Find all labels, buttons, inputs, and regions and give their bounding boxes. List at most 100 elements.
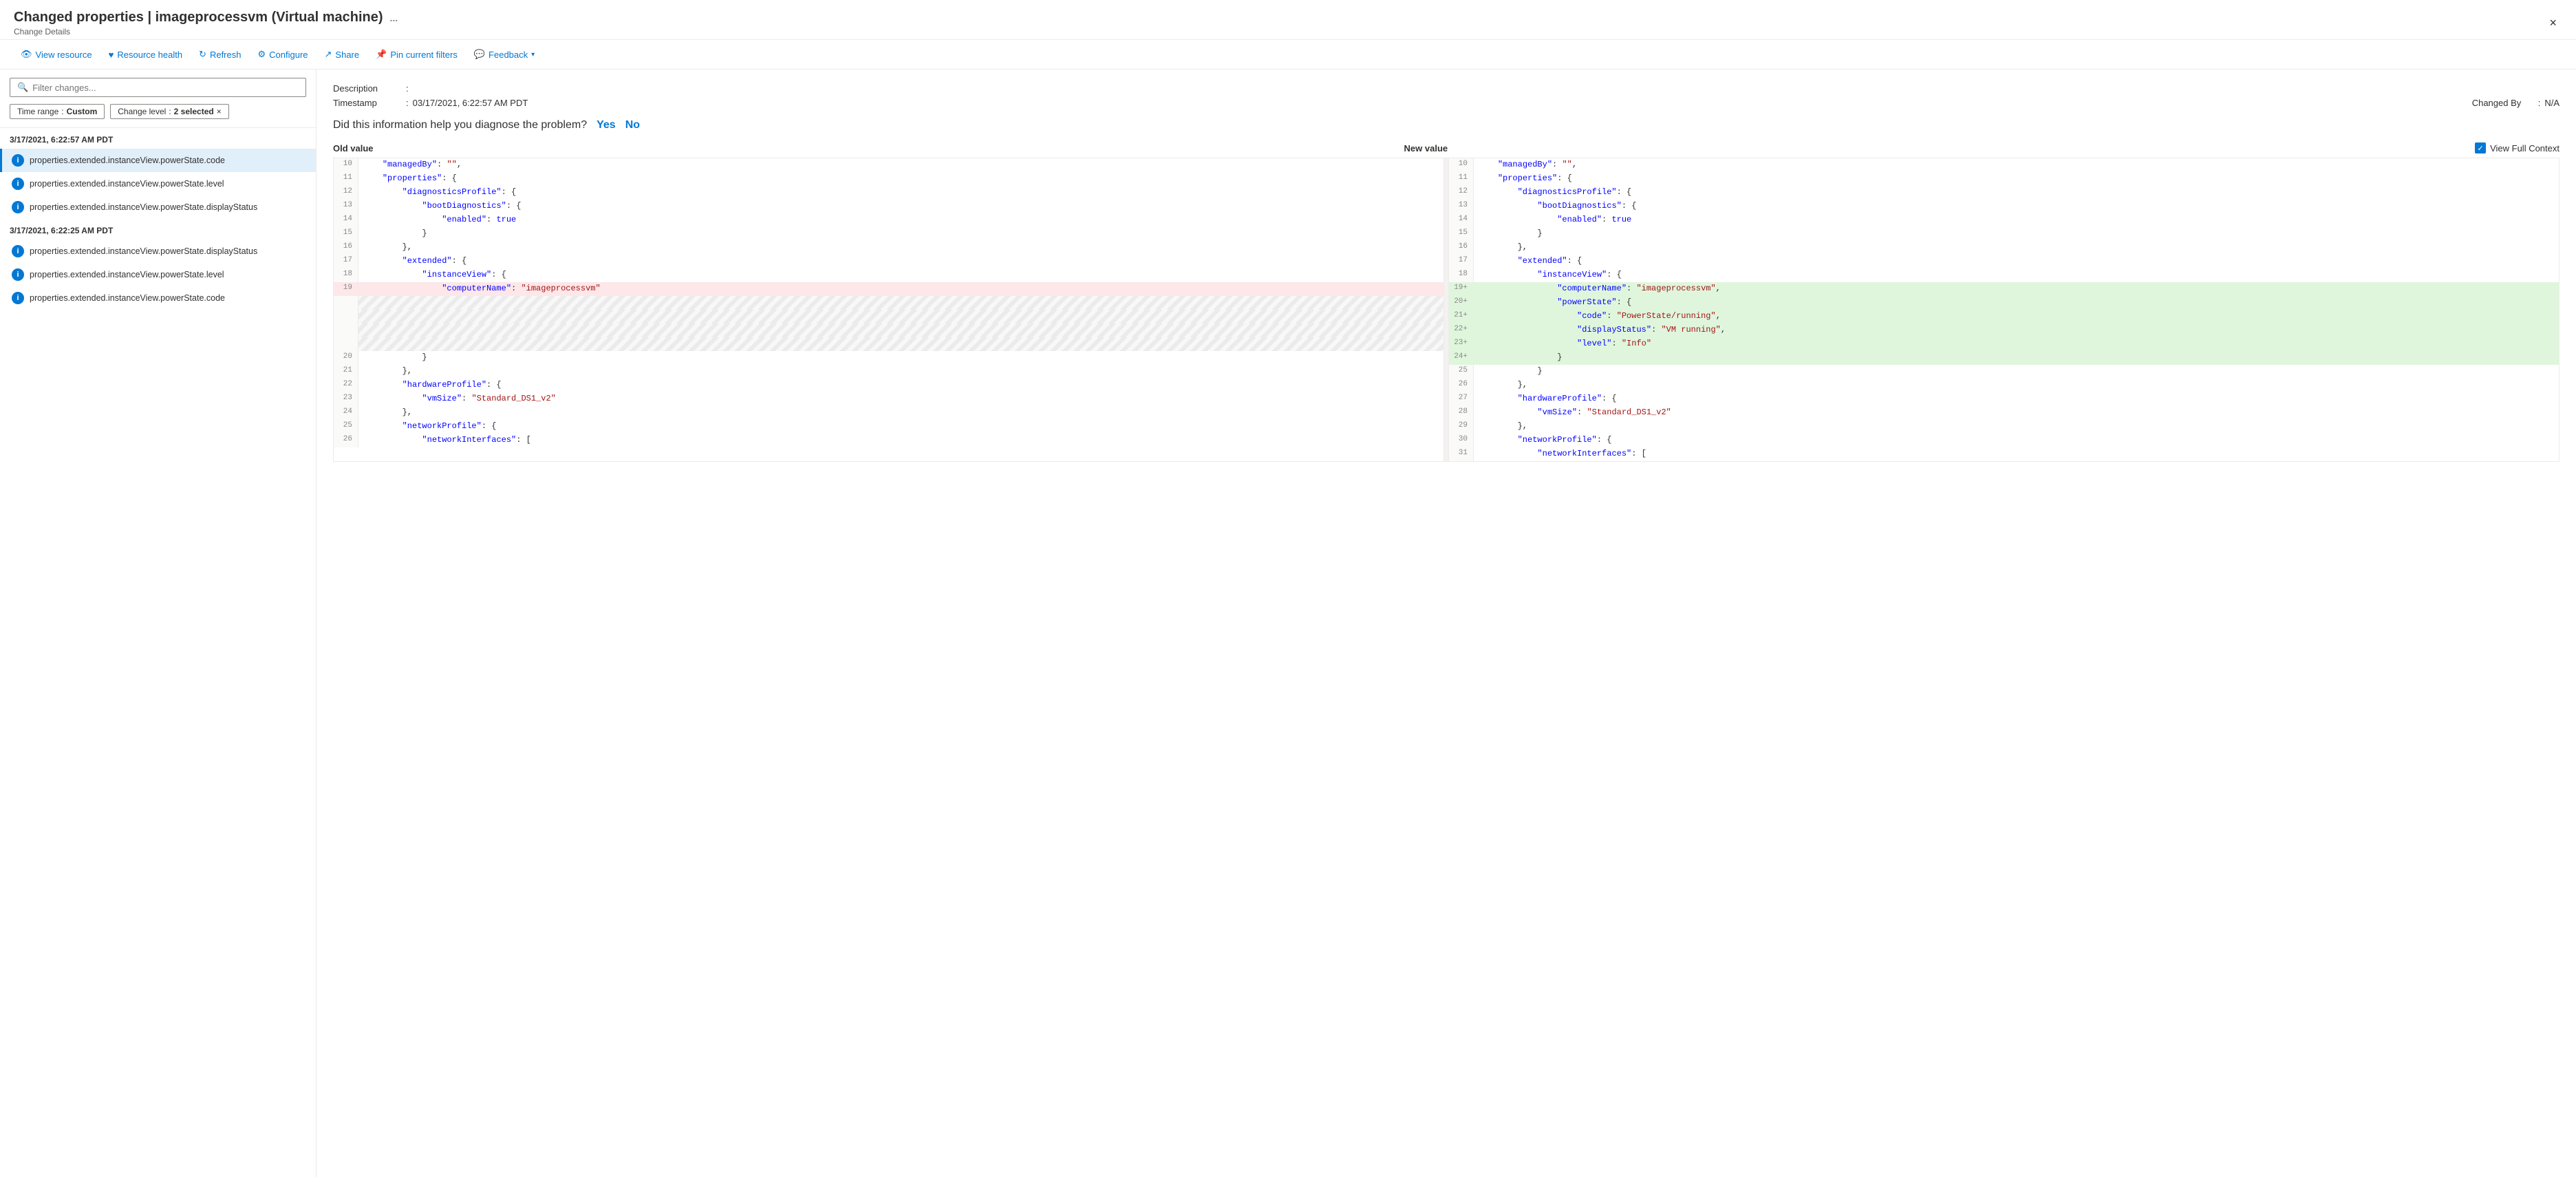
- diff-line: 21+ "code": "PowerState/running",: [1449, 310, 2559, 324]
- pin-filters-label: Pin current filters: [390, 50, 458, 60]
- old-value-label: Old value: [333, 143, 374, 153]
- diff-line: 12 "diagnosticsProfile": {: [334, 186, 1443, 200]
- time-range-tag[interactable]: Time range : Custom: [10, 104, 105, 119]
- change-group-header-2: 3/17/2021, 6:22:25 AM PDT: [0, 219, 316, 240]
- search-icon: 🔍: [17, 82, 28, 93]
- detail-header: Description : Timestamp : 03/17/2021, 6:…: [333, 83, 2559, 108]
- timestamp-row: Timestamp : 03/17/2021, 6:22:57 AM PDT C…: [333, 98, 2559, 108]
- diff-line: 14 "enabled": true: [1449, 213, 2559, 227]
- change-group-header-1: 3/17/2021, 6:22:57 AM PDT: [0, 128, 316, 149]
- change-item-2-2[interactable]: i properties.extended.instanceView.power…: [0, 263, 316, 286]
- refresh-button[interactable]: ↻ Refresh: [192, 45, 248, 63]
- resource-health-button[interactable]: ♥ Resource health: [102, 46, 189, 63]
- toolbar: 👁 View resource ♥ Resource health ↻ Refr…: [0, 40, 2576, 70]
- title-text: Changed properties | imageprocessvm (Vir…: [14, 10, 383, 25]
- diff-line: 15 }: [334, 227, 1443, 241]
- diagnose-no-button[interactable]: No: [625, 119, 640, 131]
- diff-line: 17 "extended": {: [334, 255, 1443, 268]
- diff-line: 24+ }: [1449, 351, 2559, 365]
- new-value-col-header: New value: [1404, 143, 2476, 153]
- diff-line: 24 },: [334, 406, 1443, 420]
- diff-line: 22 "hardwareProfile": {: [334, 379, 1443, 392]
- diff-line: 29 },: [1449, 420, 2559, 434]
- diff-line: 31 "networkInterfaces": [: [1449, 447, 2559, 461]
- diff-line: 26 "networkInterfaces": [: [334, 434, 1443, 447]
- change-item-2-1[interactable]: i properties.extended.instanceView.power…: [0, 240, 316, 263]
- diff-header: Old value New value View Full Context: [333, 142, 2559, 153]
- diff-line: 26 },: [1449, 379, 2559, 392]
- share-button[interactable]: ↗ Share: [318, 45, 367, 63]
- time-range-value: Custom: [67, 107, 98, 116]
- diff-line: 11 "properties": {: [334, 172, 1443, 186]
- diff-line: 20 }: [334, 351, 1443, 365]
- title-ellipsis[interactable]: ...: [390, 12, 398, 23]
- share-icon: ↗: [325, 49, 332, 60]
- change-item-text-1-2: properties.extended.instanceView.powerSt…: [30, 179, 224, 189]
- diff-line: [334, 296, 1443, 310]
- diff-line: 18 "instanceView": {: [1449, 268, 2559, 282]
- description-row: Description :: [333, 83, 2559, 94]
- change-item-1-1[interactable]: i properties.extended.instanceView.power…: [0, 149, 316, 172]
- left-panel: 🔍 Time range : Custom Change level : 2 s…: [0, 70, 316, 1177]
- time-range-label: Time range: [17, 107, 58, 116]
- view-full-context-toggle[interactable]: View Full Context: [2475, 142, 2559, 153]
- diff-line: 17 "extended": {: [1449, 255, 2559, 268]
- view-full-context-label: View Full Context: [2490, 143, 2559, 153]
- title-subtitle: Change Details: [14, 27, 398, 36]
- timestamp-sep: :: [406, 98, 409, 108]
- diff-new-pane: 10 "managedBy": "",11 "properties": {12 …: [1449, 158, 2559, 461]
- diff-line: 23+ "level": "Info": [1449, 337, 2559, 351]
- old-value-col-header: Old value: [333, 143, 1404, 153]
- change-level-tag[interactable]: Change level : 2 selected ×: [110, 104, 228, 119]
- configure-label: Configure: [269, 50, 308, 60]
- refresh-icon: ↻: [199, 49, 206, 60]
- feedback-icon: 💬: [474, 49, 485, 60]
- change-item-text-2-1: properties.extended.instanceView.powerSt…: [30, 246, 257, 256]
- change-item-1-2[interactable]: i properties.extended.instanceView.power…: [0, 172, 316, 195]
- diff-line: 23 "vmSize": "Standard_DS1_v2": [334, 392, 1443, 406]
- diff-line: 19+ "computerName": "imageprocessvm",: [1449, 282, 2559, 296]
- diff-line: [334, 324, 1443, 337]
- change-item-2-3[interactable]: i properties.extended.instanceView.power…: [0, 286, 316, 310]
- search-input[interactable]: [32, 83, 299, 93]
- diff-line: 10 "managedBy": "",: [334, 158, 1443, 172]
- diff-line: 22+ "displayStatus": "VM running",: [1449, 324, 2559, 337]
- diff-line: [334, 337, 1443, 351]
- diff-old-pane: 10 "managedBy": "",11 "properties": {12 …: [334, 158, 1443, 461]
- timestamp-val: 03/17/2021, 6:22:57 AM PDT: [413, 98, 528, 108]
- feedback-button[interactable]: 💬 Feedback ▾: [467, 45, 541, 63]
- page-title: Changed properties | imageprocessvm (Vir…: [14, 10, 398, 25]
- change-level-sep: :: [169, 107, 171, 116]
- diff-line: [334, 310, 1443, 324]
- diagnose-yes-button[interactable]: Yes: [597, 119, 616, 131]
- left-panel-header: 🔍 Time range : Custom Change level : 2 s…: [0, 70, 316, 128]
- view-resource-button[interactable]: 👁 View resource: [14, 45, 99, 63]
- view-resource-label: View resource: [36, 50, 92, 60]
- change-level-label: Change level: [118, 107, 166, 116]
- share-label: Share: [335, 50, 359, 60]
- diff-line: 25 "networkProfile": {: [334, 420, 1443, 434]
- diff-line: 13 "bootDiagnostics": {: [334, 200, 1443, 213]
- changed-by-label: Changed By: [2472, 98, 2534, 108]
- view-full-context-checkbox[interactable]: [2475, 142, 2486, 153]
- description-label: Description: [333, 83, 402, 94]
- eye-icon: 👁: [21, 49, 32, 60]
- resource-health-label: Resource health: [117, 50, 182, 60]
- title-bar: Changed properties | imageprocessvm (Vir…: [0, 0, 2576, 40]
- pin-filters-button[interactable]: 📌 Pin current filters: [369, 45, 464, 63]
- changes-list: 3/17/2021, 6:22:57 AM PDT i properties.e…: [0, 128, 316, 1177]
- close-button[interactable]: ×: [2544, 13, 2562, 33]
- info-icon-5: i: [12, 268, 24, 281]
- change-item-text-1-3: properties.extended.instanceView.powerSt…: [30, 202, 257, 212]
- configure-button[interactable]: ⚙ Configure: [250, 45, 314, 63]
- diff-line: 20+ "powerState": {: [1449, 296, 2559, 310]
- diff-line: 28 "vmSize": "Standard_DS1_v2": [1449, 406, 2559, 420]
- info-icon-4: i: [12, 245, 24, 257]
- change-level-clear-button[interactable]: ×: [217, 107, 222, 116]
- change-item-1-3[interactable]: i properties.extended.instanceView.power…: [0, 195, 316, 219]
- filter-input-wrap[interactable]: 🔍: [10, 78, 306, 97]
- changed-by-val: N/A: [2544, 98, 2559, 108]
- description-sep: :: [406, 83, 409, 94]
- title-bar-left: Changed properties | imageprocessvm (Vir…: [14, 10, 398, 36]
- diff-container: 10 "managedBy": "",11 "properties": {12 …: [333, 158, 2559, 462]
